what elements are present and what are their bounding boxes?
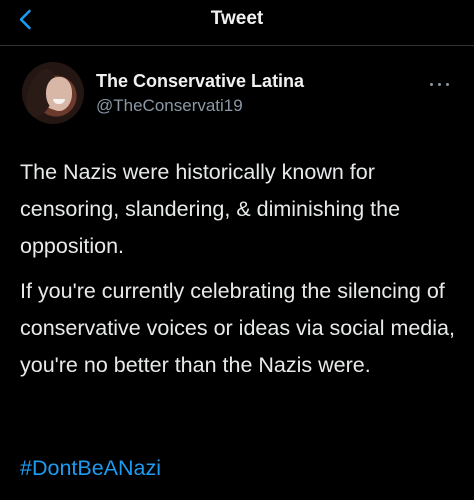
avatar-face [46, 77, 72, 111]
author-handle[interactable]: @TheConservati19 [96, 96, 243, 116]
more-horizontal-icon-dot-2 [438, 83, 441, 86]
tweet-text: The Nazis were historically known for ce… [20, 154, 466, 384]
more-options-button[interactable] [428, 79, 452, 91]
hashtag-link[interactable]: #DontBeANazi [20, 450, 161, 487]
tweet-paragraph: If you're currently celebrating the sile… [20, 279, 455, 377]
tweet-author: The Conservative Latina @TheConservati19 [0, 46, 474, 136]
page-title: Tweet [210, 8, 264, 29]
more-horizontal-icon-dot-3 [446, 83, 449, 86]
top-bar: Tweet [0, 0, 474, 46]
tweet-paragraph: The Nazis were historically known for ce… [20, 160, 401, 258]
avatar[interactable] [22, 62, 84, 124]
author-display-name[interactable]: The Conservative Latina [96, 71, 304, 92]
more-horizontal-icon [430, 83, 433, 86]
